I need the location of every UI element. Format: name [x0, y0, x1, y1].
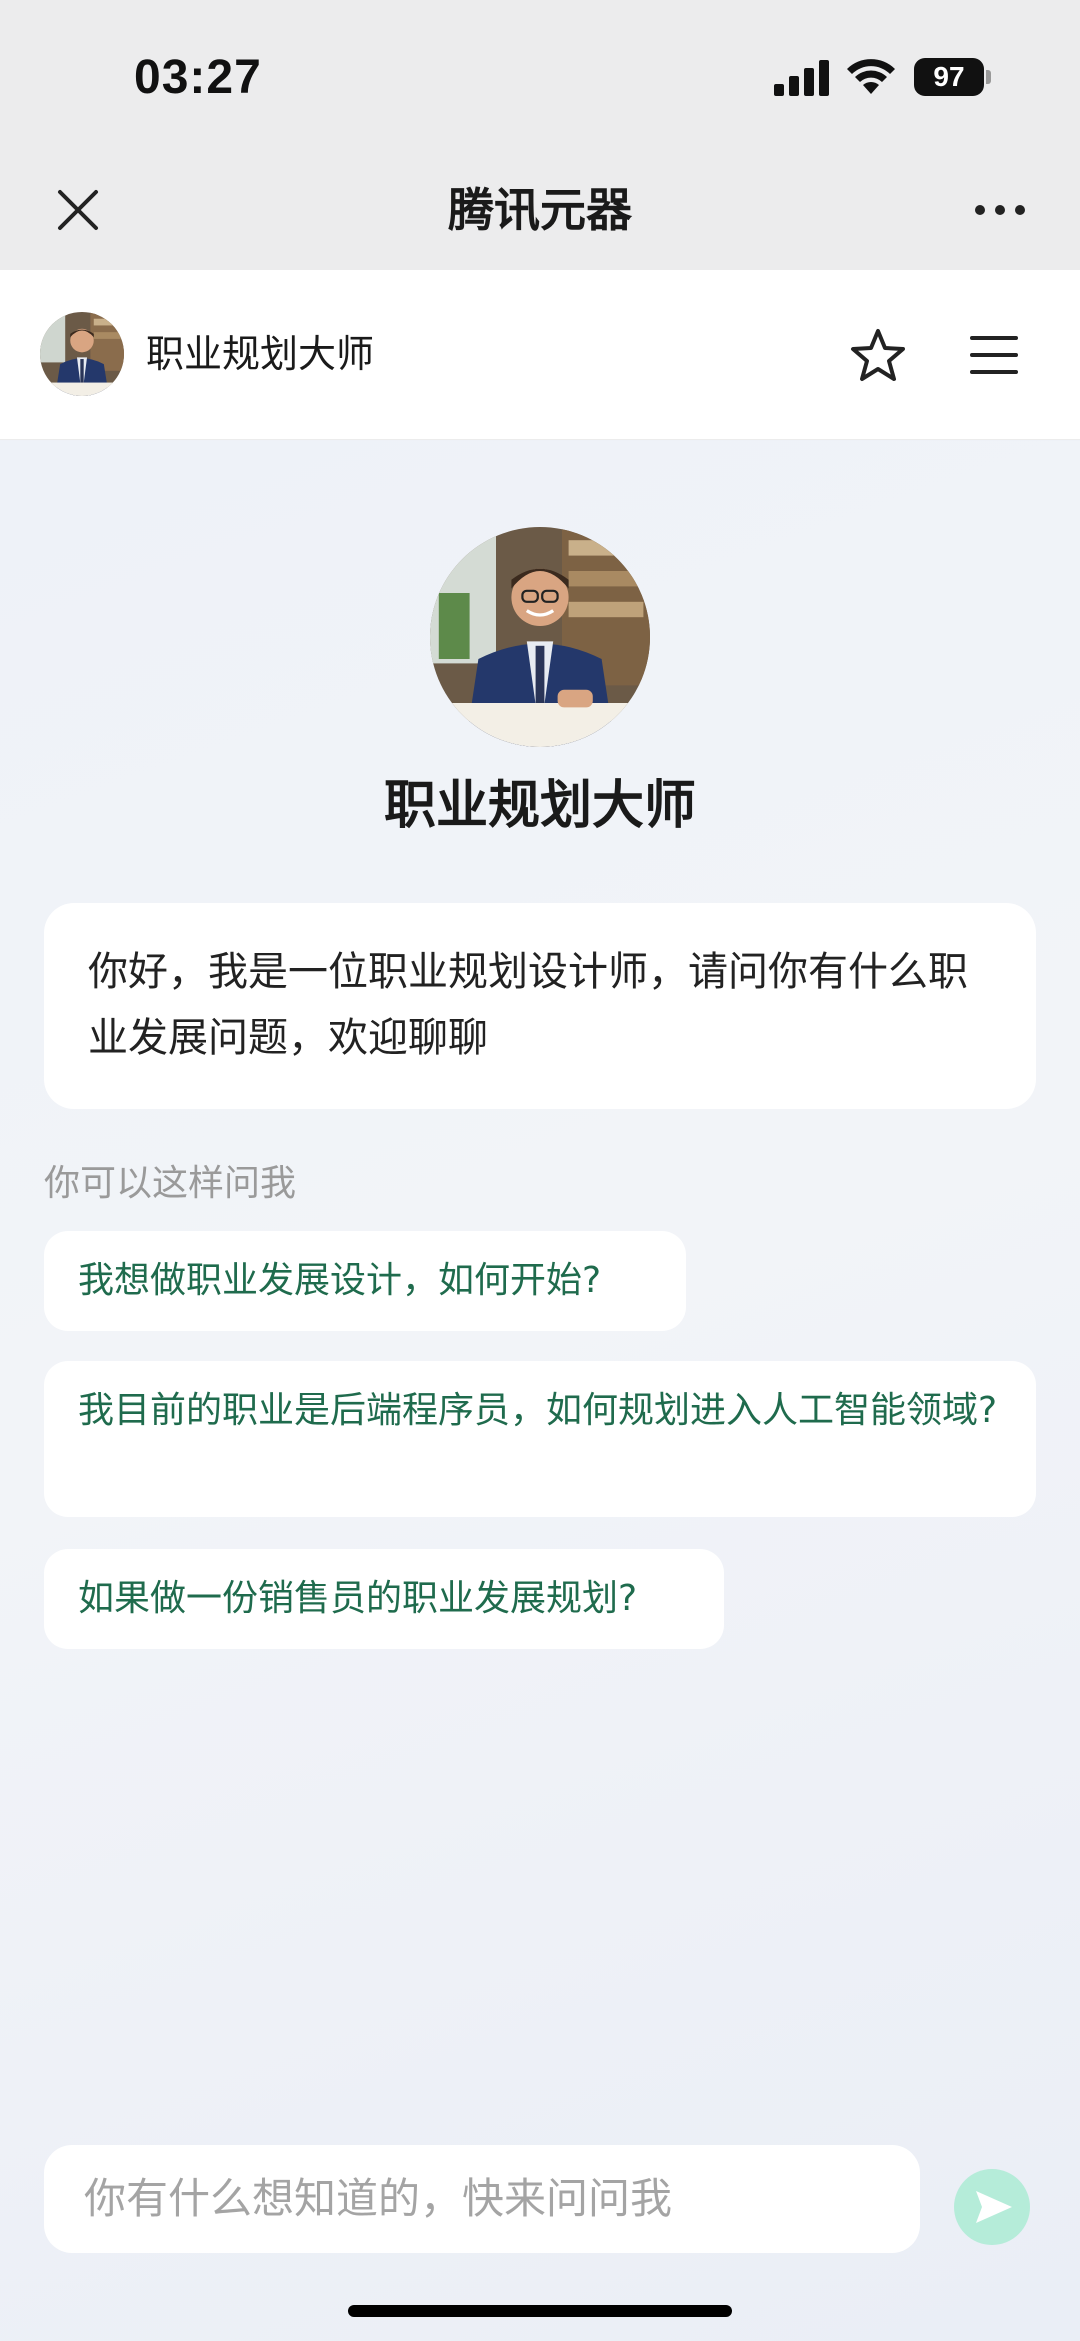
- avatar[interactable]: [40, 312, 124, 396]
- battery-level: 97: [933, 61, 965, 92]
- battery-cap: [986, 70, 991, 84]
- suggestion-chip[interactable]: 如果做一份销售员的职业发展规划?: [44, 1549, 724, 1649]
- agent-avatar-large: [430, 527, 650, 747]
- nav-title: 腾讯元器: [448, 183, 632, 237]
- agent-header: 职业规划大师: [0, 270, 1080, 440]
- chat-area[interactable]: 职业规划大师 你好，我是一位职业规划设计师，请问你有什么职业发展问题，欢迎聊聊 …: [0, 441, 1080, 2341]
- status-bar: 03:27 97: [0, 0, 1080, 160]
- agent-title: 职业规划大师: [383, 776, 696, 836]
- greeting-text: 你好，我是一位职业规划设计师，请问你有什么职业发展问题，欢迎聊聊: [88, 949, 968, 1061]
- cellular-signal-icon: [774, 60, 829, 96]
- send-icon: [976, 2191, 1012, 2223]
- star-icon[interactable]: [848, 326, 908, 386]
- menu-icon[interactable]: [968, 330, 1020, 380]
- nav-bar: 腾讯元器: [0, 160, 1080, 270]
- more-icon[interactable]: [970, 190, 1030, 230]
- status-time: 03:27: [134, 51, 262, 104]
- greeting-message: 你好，我是一位职业规划设计师，请问你有什么职业发展问题，欢迎聊聊: [44, 903, 1036, 1109]
- suggestions-title: 你可以这样问我: [44, 1163, 297, 1204]
- suggestion-chip[interactable]: 我想做职业发展设计，如何开始?: [44, 1231, 686, 1331]
- wifi-icon: [847, 59, 895, 94]
- avatar-image: [40, 312, 124, 396]
- avatar-image: [430, 527, 650, 747]
- message-input[interactable]: 你有什么想知道的，快来问问我: [44, 2145, 920, 2253]
- home-indicator: [348, 2305, 732, 2317]
- suggestion-chip[interactable]: 我目前的职业是后端程序员，如何规划进入人工智能领域?: [44, 1361, 1036, 1517]
- battery-icon: 97: [914, 58, 984, 96]
- send-button[interactable]: [954, 2169, 1030, 2245]
- agent-name-label: 职业规划大师: [146, 332, 375, 376]
